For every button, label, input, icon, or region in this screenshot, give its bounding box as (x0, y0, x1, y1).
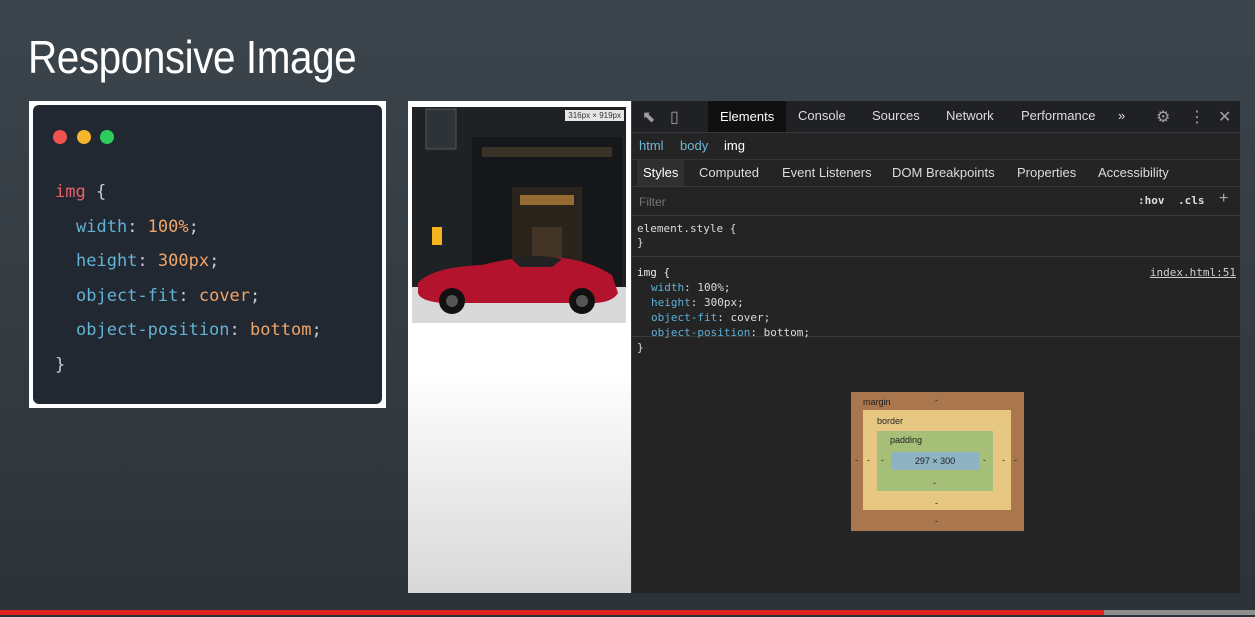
rule-prop[interactable]: object-fit (651, 311, 717, 324)
box-model-padding-left[interactable]: - (881, 455, 884, 465)
filter-input[interactable] (637, 192, 1021, 212)
rule-prop[interactable]: height (651, 296, 691, 309)
car-photo-illustration (412, 107, 626, 323)
gear-icon[interactable]: ⚙ (1156, 107, 1170, 127)
kebab-menu-icon[interactable]: ⋮ (1189, 107, 1205, 127)
box-model-content-size[interactable]: 297 × 300 (891, 452, 979, 470)
box-model-border-left[interactable]: - (867, 455, 870, 465)
box-model-margin-right[interactable]: - (1014, 455, 1017, 465)
element-style-rule: element.style { } (632, 216, 1240, 257)
slide-title: Responsive Image (28, 31, 357, 83)
code-open-brace: { (95, 182, 107, 202)
code-value: bottom (250, 320, 312, 340)
box-model-padding-label: padding (890, 435, 923, 445)
breadcrumb-img[interactable]: img (724, 133, 745, 159)
css-code: img { width: 100%; height: 300px; object… (55, 182, 322, 375)
code-value: cover (198, 285, 251, 306)
subtab-styles[interactable]: Styles (637, 160, 685, 186)
box-model-padding-bottom[interactable]: - (933, 478, 936, 488)
car-photo: 316px × 919px (412, 107, 626, 323)
more-tabs-button[interactable]: » (1118, 108, 1125, 123)
subtab-properties[interactable]: Properties (1017, 160, 1076, 186)
minimize-dot-icon (77, 130, 91, 144)
maximize-dot-icon (100, 130, 114, 144)
rule-source-link[interactable]: index.html:51 (1150, 265, 1236, 280)
code-value: 300px (157, 251, 210, 271)
box-model-border-label: border (877, 416, 904, 426)
devtools-toolbar: ⬉ ▯ Elements Console Sources Network Per… (632, 101, 1240, 133)
browser-viewport: 316px × 919px (408, 101, 631, 593)
cls-toggle[interactable]: .cls (1178, 194, 1205, 207)
box-model-diagram: margin - - - - border - - - padding - - … (851, 392, 1024, 531)
box-model-margin-bottom[interactable]: - (935, 516, 938, 526)
styles-filter-bar: :hov .cls + (632, 187, 1240, 216)
code-value: 100% (147, 216, 189, 237)
code-close-brace: } (55, 354, 66, 375)
close-icon[interactable]: ✕ (1218, 107, 1231, 127)
video-progress-fill (0, 610, 1105, 615)
devtools-panel: ⬉ ▯ Elements Console Sources Network Per… (632, 101, 1240, 593)
breadcrumb-body[interactable]: body (680, 133, 708, 159)
breadcrumb: html body img (632, 133, 1240, 160)
subtab-computed[interactable]: Computed (699, 160, 759, 186)
box-model-border-bottom[interactable]: - (935, 498, 938, 508)
img-rule-selector: img { (637, 266, 671, 279)
rule-value[interactable]: 100%; (697, 281, 730, 294)
code-card: img { width: 100%; height: 300px; object… (29, 101, 386, 408)
rule-value[interactable]: cover; (730, 311, 770, 324)
box-model-margin-label: margin (863, 397, 891, 407)
element-style-close: } (637, 236, 644, 249)
tab-network[interactable]: Network (946, 108, 994, 123)
new-style-rule-button[interactable]: + (1219, 190, 1228, 208)
video-progress-bar[interactable] (0, 610, 1255, 615)
box-model-padding: padding - - - 297 × 300 (877, 431, 993, 491)
close-dot-icon (53, 130, 67, 144)
styles-subtabs: Styles Computed Event Listeners DOM Brea… (632, 160, 1240, 187)
rule-value[interactable]: 300px; (704, 296, 744, 309)
tab-elements[interactable]: Elements (708, 101, 787, 132)
code-prop: object-position (76, 320, 230, 340)
code-prop: object-fit (76, 285, 179, 306)
box-model-padding-right[interactable]: - (983, 455, 986, 465)
code-prop: width (76, 216, 128, 237)
tab-console[interactable]: Console (798, 108, 846, 123)
rule-value[interactable]: bottom; (764, 326, 810, 339)
code-selector: img (55, 182, 86, 202)
breadcrumb-html[interactable]: html (639, 133, 664, 159)
box-model-margin-top[interactable]: - (935, 395, 938, 405)
tab-performance[interactable]: Performance (1021, 108, 1095, 123)
device-toolbar-icon[interactable]: ▯ (670, 107, 679, 127)
box-model-border: border - - - padding - - - 297 × 300 (863, 410, 1011, 510)
code-prop: height (76, 251, 138, 271)
tab-sources[interactable]: Sources (872, 108, 920, 123)
viewport-size-badge: 316px × 919px (565, 110, 624, 121)
rule-prop[interactable]: object-position (651, 326, 750, 339)
img-style-rule: img { index.html:51 width: 100%; height:… (632, 257, 1240, 354)
code-window: img { width: 100%; height: 300px; object… (33, 105, 382, 404)
subtab-dom-breakpoints[interactable]: DOM Breakpoints (892, 160, 995, 186)
box-model-margin-left[interactable]: - (855, 455, 858, 465)
inspect-element-icon[interactable]: ⬉ (642, 107, 655, 127)
subtab-event-listeners[interactable]: Event Listeners (782, 160, 872, 186)
hov-toggle[interactable]: :hov (1138, 194, 1165, 207)
box-model-border-right[interactable]: - (1002, 455, 1005, 465)
element-style-selector: element.style { (637, 222, 737, 235)
subtab-accessibility[interactable]: Accessibility (1098, 160, 1169, 186)
img-rule-close: } (637, 341, 644, 354)
rule-prop[interactable]: width (651, 281, 684, 294)
